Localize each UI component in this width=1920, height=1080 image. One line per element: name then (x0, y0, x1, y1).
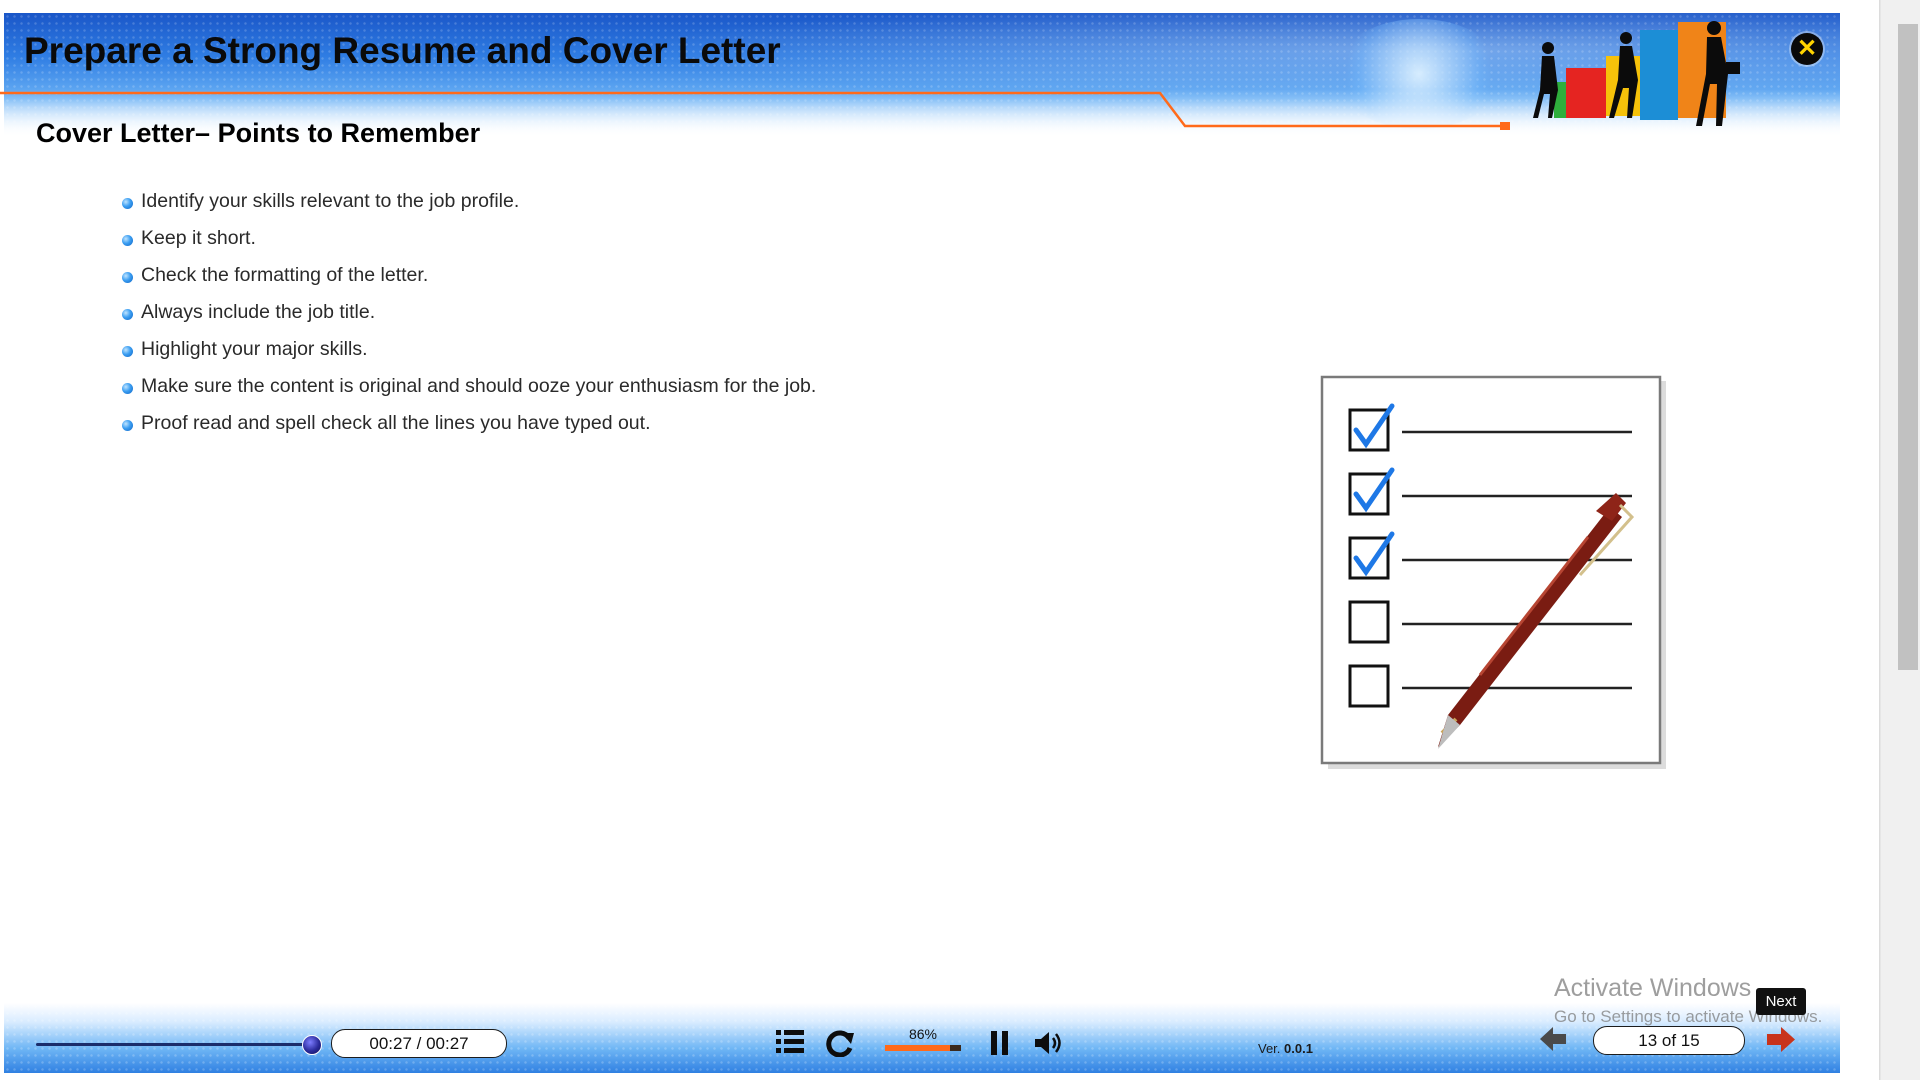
bullet-text: Always include the job title. (141, 301, 376, 323)
business-people-graphic (1533, 21, 1740, 126)
seek-handle[interactable] (302, 1035, 322, 1055)
volume-slider-fill (885, 1045, 950, 1051)
checkbox-icon (1348, 600, 1390, 644)
list-item: Identify your skills relevant to the job… (122, 190, 816, 227)
list-item: Proof read and spell check all the lines… (122, 412, 816, 449)
next-tooltip: Next (1756, 988, 1806, 1015)
list-item: Highlight your major skills. (122, 338, 816, 375)
bullet-text: Make sure the content is original and sh… (141, 375, 817, 397)
bullet-text: Highlight your major skills. (141, 338, 368, 360)
seek-bar[interactable] (36, 1043, 312, 1046)
speaker-icon[interactable] (1034, 1031, 1064, 1055)
bullet-text: Check the formatting of the letter. (141, 264, 429, 286)
bullet-text: Keep it short. (141, 227, 256, 249)
replay-icon[interactable] (825, 1029, 855, 1057)
volume-percent: 86% (908, 1026, 938, 1042)
bullet-icon (122, 420, 133, 431)
version-label: Ver. 0.0.1 (1258, 1041, 1313, 1056)
pause-icon[interactable] (990, 1030, 1010, 1056)
bullet-icon (122, 198, 133, 209)
course-title: Prepare a Strong Resume and Cover Letter (24, 30, 781, 71)
list-item: Keep it short. (122, 227, 816, 264)
time-display: 00:27 / 00:27 (331, 1029, 507, 1058)
page-counter: 13 of 15 (1593, 1026, 1745, 1055)
checkbox-icon (1348, 664, 1390, 708)
bullet-icon (122, 346, 133, 357)
version-prefix: Ver. (1258, 1041, 1281, 1056)
arrow-right-icon[interactable] (1766, 1026, 1796, 1053)
bullet-text: Proof read and spell check all the lines… (141, 412, 651, 434)
close-icon[interactable]: ✕ (1791, 33, 1823, 65)
checklist-illustration (1320, 375, 1666, 769)
windows-activation-title: Activate Windows (1554, 974, 1752, 1002)
slide-title: Cover Letter– Points to Remember (36, 118, 481, 148)
bullet-text: Identify your skills relevant to the job… (141, 190, 520, 212)
scrollbar-thumb[interactable] (1898, 24, 1918, 670)
bullet-icon (122, 235, 133, 246)
list-item: Make sure the content is original and sh… (122, 375, 816, 412)
version-number: 0.0.1 (1284, 1041, 1313, 1056)
list-item: Always include the job title. (122, 301, 816, 338)
bullet-list: Identify your skills relevant to the job… (122, 190, 816, 449)
bullet-icon (122, 272, 133, 283)
arrow-left-icon[interactable] (1539, 1026, 1567, 1052)
scrollbar-divider (1879, 0, 1880, 1080)
bullet-icon (122, 309, 133, 320)
list-icon[interactable] (776, 1029, 804, 1055)
bullet-icon (122, 383, 133, 394)
list-item: Check the formatting of the letter. (122, 264, 816, 301)
